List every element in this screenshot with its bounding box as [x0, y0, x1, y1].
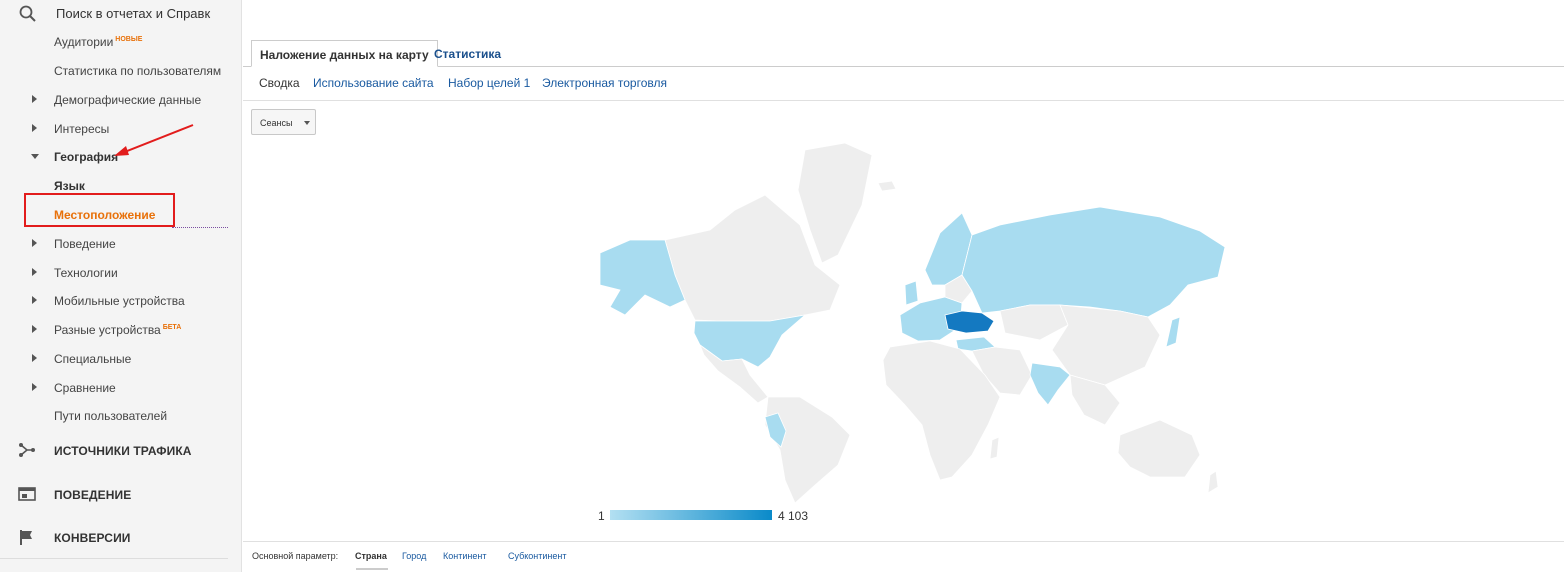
sidebar-section-acquisition[interactable]: ИСТОЧНИКИ ТРАФИКА	[0, 430, 228, 470]
new-badge: НОВЫЕ	[115, 36, 143, 43]
divider-dotted	[172, 227, 228, 228]
dimension-subcontinent[interactable]: Субконтинент	[508, 551, 567, 561]
subtab-summary[interactable]: Сводка	[259, 76, 300, 90]
collapse-triangle-icon	[31, 154, 39, 159]
subtab-goal-set[interactable]: Набор целей 1	[448, 76, 530, 90]
sidebar-item-mobile[interactable]: Мобильные устройства	[0, 289, 228, 313]
search-label: Поиск в отчетах и Справк	[56, 6, 211, 21]
legend-min: 1	[598, 509, 605, 523]
sidebar-item-label: Поведение	[54, 237, 116, 251]
subtab-ecommerce[interactable]: Электронная торговля	[542, 76, 667, 90]
expand-triangle-icon	[32, 124, 37, 132]
sidebar-item-user-stats[interactable]: Статистика по пользователям	[0, 59, 228, 83]
sidebar-gutter	[228, 0, 242, 572]
expand-triangle-icon	[32, 383, 37, 391]
sidebar-item-technology[interactable]: Технологии	[0, 261, 228, 285]
sidebar-item-label: География	[54, 150, 119, 164]
map-region-india[interactable]	[1029, 362, 1071, 406]
sidebar-item-label: Сравнение	[54, 381, 116, 395]
beta-badge: БЕТА	[162, 324, 182, 331]
map-region-australia[interactable]	[1117, 419, 1201, 478]
search-icon	[19, 5, 36, 22]
sidebar-item-user-flow[interactable]: Пути пользователей	[0, 404, 228, 428]
map-region-china[interactable]	[1051, 304, 1161, 386]
map-region-ukraine[interactable]	[944, 310, 995, 334]
dimension-continent[interactable]: Континент	[443, 551, 486, 561]
acquisition-icon	[19, 443, 35, 457]
dimension-city[interactable]: Город	[402, 551, 426, 561]
tab-explorer[interactable]: Статистика	[426, 40, 509, 67]
sidebar-item-label: Мобильные устройства	[54, 294, 185, 308]
expand-triangle-icon	[32, 354, 37, 362]
sidebar-item-label: Пути пользователей	[54, 409, 168, 423]
behavior-icon	[18, 487, 36, 501]
sidebar-item-benchmarking[interactable]: Сравнение	[0, 376, 228, 400]
map-region-japan[interactable]	[1165, 316, 1181, 348]
dimension-country[interactable]: Страна	[355, 551, 387, 561]
sidebar-item-label: Разные устройства	[54, 323, 161, 337]
legend-max: 4 103	[778, 509, 809, 523]
subtab-line	[243, 100, 1564, 101]
sidebar-item-custom[interactable]: Специальные	[0, 347, 228, 371]
subtab-site-usage[interactable]: Использование сайта	[313, 76, 434, 90]
expand-triangle-icon	[32, 95, 37, 103]
map-region-central-asia[interactable]	[999, 304, 1069, 341]
map-region-greenland[interactable]	[797, 142, 873, 264]
map-region-new-zealand[interactable]	[1207, 470, 1219, 494]
sidebar-item-label: Статистика по пользователям	[54, 64, 222, 78]
expand-triangle-icon	[32, 296, 37, 304]
sidebar: Поиск в отчетах и Справк Аудитории НОВЫЕ …	[0, 0, 228, 572]
map-region-madagascar[interactable]	[989, 436, 1000, 460]
current-dimension-underline	[356, 568, 388, 570]
sidebar-item-audiences[interactable]: Аудитории НОВЫЕ	[0, 30, 228, 54]
sidebar-item-label: Демографические данные	[54, 93, 202, 107]
report-search[interactable]: Поиск в отчетах и Справк	[0, 0, 228, 30]
legend-gradient	[610, 510, 772, 520]
sidebar-item-demographics[interactable]: Демографические данные	[0, 88, 228, 112]
sidebar-divider	[0, 558, 228, 559]
sidebar-item-label: Специальные	[54, 352, 132, 366]
primary-dimension-label: Основной параметр:	[252, 551, 339, 561]
report-main: Наложение данных на карту Статистика Сво…	[243, 0, 1564, 572]
expand-triangle-icon	[32, 325, 37, 333]
tab-map-overlay[interactable]: Наложение данных на карту	[251, 40, 438, 67]
sidebar-item-cross-device[interactable]: Разные устройства БЕТА	[0, 318, 228, 342]
flag-icon	[20, 530, 32, 545]
section-label: ПОВЕДЕНИЕ	[54, 488, 132, 502]
sidebar-item-label: Язык	[54, 179, 85, 193]
map-region-southeast-asia[interactable]	[1069, 374, 1121, 426]
metric-dropdown-value: Сеансы	[260, 118, 293, 128]
map-region-uk[interactable]	[904, 280, 919, 306]
section-label: ИСТОЧНИКИ ТРАФИКА	[54, 444, 192, 458]
sidebar-item-label: Аудитории	[54, 35, 114, 49]
map-region-russia[interactable]	[961, 206, 1226, 318]
sidebar-item-label: Интересы	[54, 122, 110, 136]
bottom-divider	[243, 541, 1564, 542]
expand-triangle-icon	[32, 268, 37, 276]
annotation-highlight-box	[24, 193, 175, 227]
expand-triangle-icon	[32, 239, 37, 247]
map-region-iceland[interactable]	[877, 180, 897, 192]
metric-dropdown[interactable]: Сеансы	[251, 109, 316, 135]
chevron-down-icon	[304, 121, 310, 125]
sidebar-section-conversions[interactable]: КОНВЕРСИИ	[0, 517, 228, 557]
annotation-arrow-icon	[114, 124, 194, 156]
sidebar-item-behavior[interactable]: Поведение	[0, 232, 228, 256]
section-label: КОНВЕРСИИ	[54, 531, 131, 545]
sidebar-item-label: Технологии	[54, 266, 118, 280]
sidebar-section-behavior[interactable]: ПОВЕДЕНИЕ	[0, 474, 228, 514]
world-map[interactable]	[600, 135, 1230, 505]
